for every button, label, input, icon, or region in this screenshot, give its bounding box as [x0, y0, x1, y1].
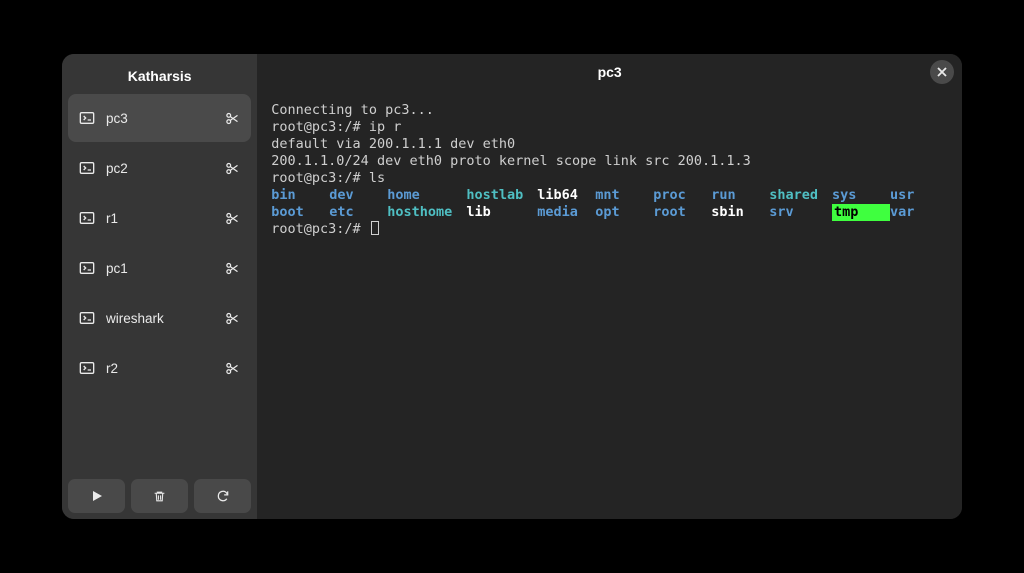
ls-entry: boot: [271, 204, 329, 221]
play-icon: [91, 490, 103, 502]
ls-entry: mnt: [595, 187, 653, 204]
ls-entry: dev: [329, 187, 387, 204]
scissors-icon[interactable]: [223, 259, 241, 277]
ls-entry: bin: [271, 187, 329, 204]
terminal-icon: [78, 359, 96, 377]
terminal-line: default via 200.1.1.1 dev eth0: [271, 136, 948, 153]
close-icon: [937, 67, 947, 77]
ls-entry: tmp: [832, 204, 890, 221]
ls-entry: srv: [769, 204, 832, 221]
ls-entry: lib64: [537, 187, 595, 204]
ls-entry: hosthome: [387, 204, 466, 221]
terminal-prompt[interactable]: root@pc3:/#: [271, 221, 948, 238]
app-window: Katharsis pc3 pc2 r1 pc1 wireshark r2 pc3: [62, 54, 962, 519]
refresh-button[interactable]: [194, 479, 251, 513]
ls-entry: root: [653, 204, 711, 221]
ls-entry: sys: [832, 187, 890, 204]
terminal-icon: [78, 159, 96, 177]
ls-entry: lib: [466, 204, 537, 221]
play-button[interactable]: [68, 479, 125, 513]
prompt-text: root@pc3:/#: [271, 221, 369, 237]
ls-entry: run: [711, 187, 769, 204]
ls-output: bindevhomehostlablib64mntprocrunsharedsy…: [271, 187, 948, 221]
ls-entry: usr: [890, 187, 948, 204]
main-pane: pc3 Connecting to pc3...root@pc3:/# ip r…: [257, 54, 962, 519]
sidebar-item-r2[interactable]: r2: [68, 344, 251, 392]
terminal-line: root@pc3:/# ip r: [271, 119, 948, 136]
terminal-line: 200.1.1.0/24 dev eth0 proto kernel scope…: [271, 153, 948, 170]
terminal-icon: [78, 259, 96, 277]
scissors-icon[interactable]: [223, 209, 241, 227]
sidebar-item-label: r2: [106, 361, 223, 376]
sidebar-item-label: pc2: [106, 161, 223, 176]
ls-entry: opt: [595, 204, 653, 221]
ls-row: bindevhomehostlablib64mntprocrunsharedsy…: [271, 187, 948, 204]
sidebar-items: pc3 pc2 r1 pc1 wireshark r2: [68, 94, 251, 479]
sidebar-item-label: r1: [106, 211, 223, 226]
ls-entry: var: [890, 204, 948, 221]
ls-entry: media: [537, 204, 595, 221]
ls-entry: hostlab: [466, 187, 537, 204]
sidebar-item-pc3[interactable]: pc3: [68, 94, 251, 142]
sidebar-item-pc1[interactable]: pc1: [68, 244, 251, 292]
terminal-icon: [78, 209, 96, 227]
sidebar-item-pc2[interactable]: pc2: [68, 144, 251, 192]
page-title: pc3: [598, 64, 622, 80]
terminal-icon: [78, 309, 96, 327]
trash-icon: [153, 490, 166, 503]
ls-entry: sbin: [711, 204, 769, 221]
ls-entry: proc: [653, 187, 711, 204]
close-button[interactable]: [930, 60, 954, 84]
refresh-icon: [216, 489, 230, 503]
scissors-icon[interactable]: [223, 359, 241, 377]
sidebar: Katharsis pc3 pc2 r1 pc1 wireshark r2: [62, 54, 257, 519]
terminal-line: root@pc3:/# ls: [271, 170, 948, 187]
delete-button[interactable]: [131, 479, 188, 513]
ls-entry: shared: [769, 187, 832, 204]
sidebar-bottom-toolbar: [68, 479, 251, 513]
scissors-icon[interactable]: [223, 109, 241, 127]
terminal-line: Connecting to pc3...: [271, 102, 948, 119]
sidebar-title: Katharsis: [68, 60, 251, 94]
scissors-icon[interactable]: [223, 309, 241, 327]
sidebar-item-r1[interactable]: r1: [68, 194, 251, 242]
ls-entry: home: [387, 187, 466, 204]
sidebar-item-label: wireshark: [106, 311, 223, 326]
terminal-output[interactable]: Connecting to pc3...root@pc3:/# ip rdefa…: [257, 90, 962, 519]
sidebar-item-label: pc3: [106, 111, 223, 126]
ls-entry: etc: [329, 204, 387, 221]
sidebar-item-label: pc1: [106, 261, 223, 276]
scissors-icon[interactable]: [223, 159, 241, 177]
sidebar-item-wireshark[interactable]: wireshark: [68, 294, 251, 342]
titlebar: pc3: [257, 54, 962, 90]
terminal-icon: [78, 109, 96, 127]
cursor-icon: [371, 221, 379, 235]
ls-row: bootetchosthomelibmediaoptrootsbinsrvtmp…: [271, 204, 948, 221]
